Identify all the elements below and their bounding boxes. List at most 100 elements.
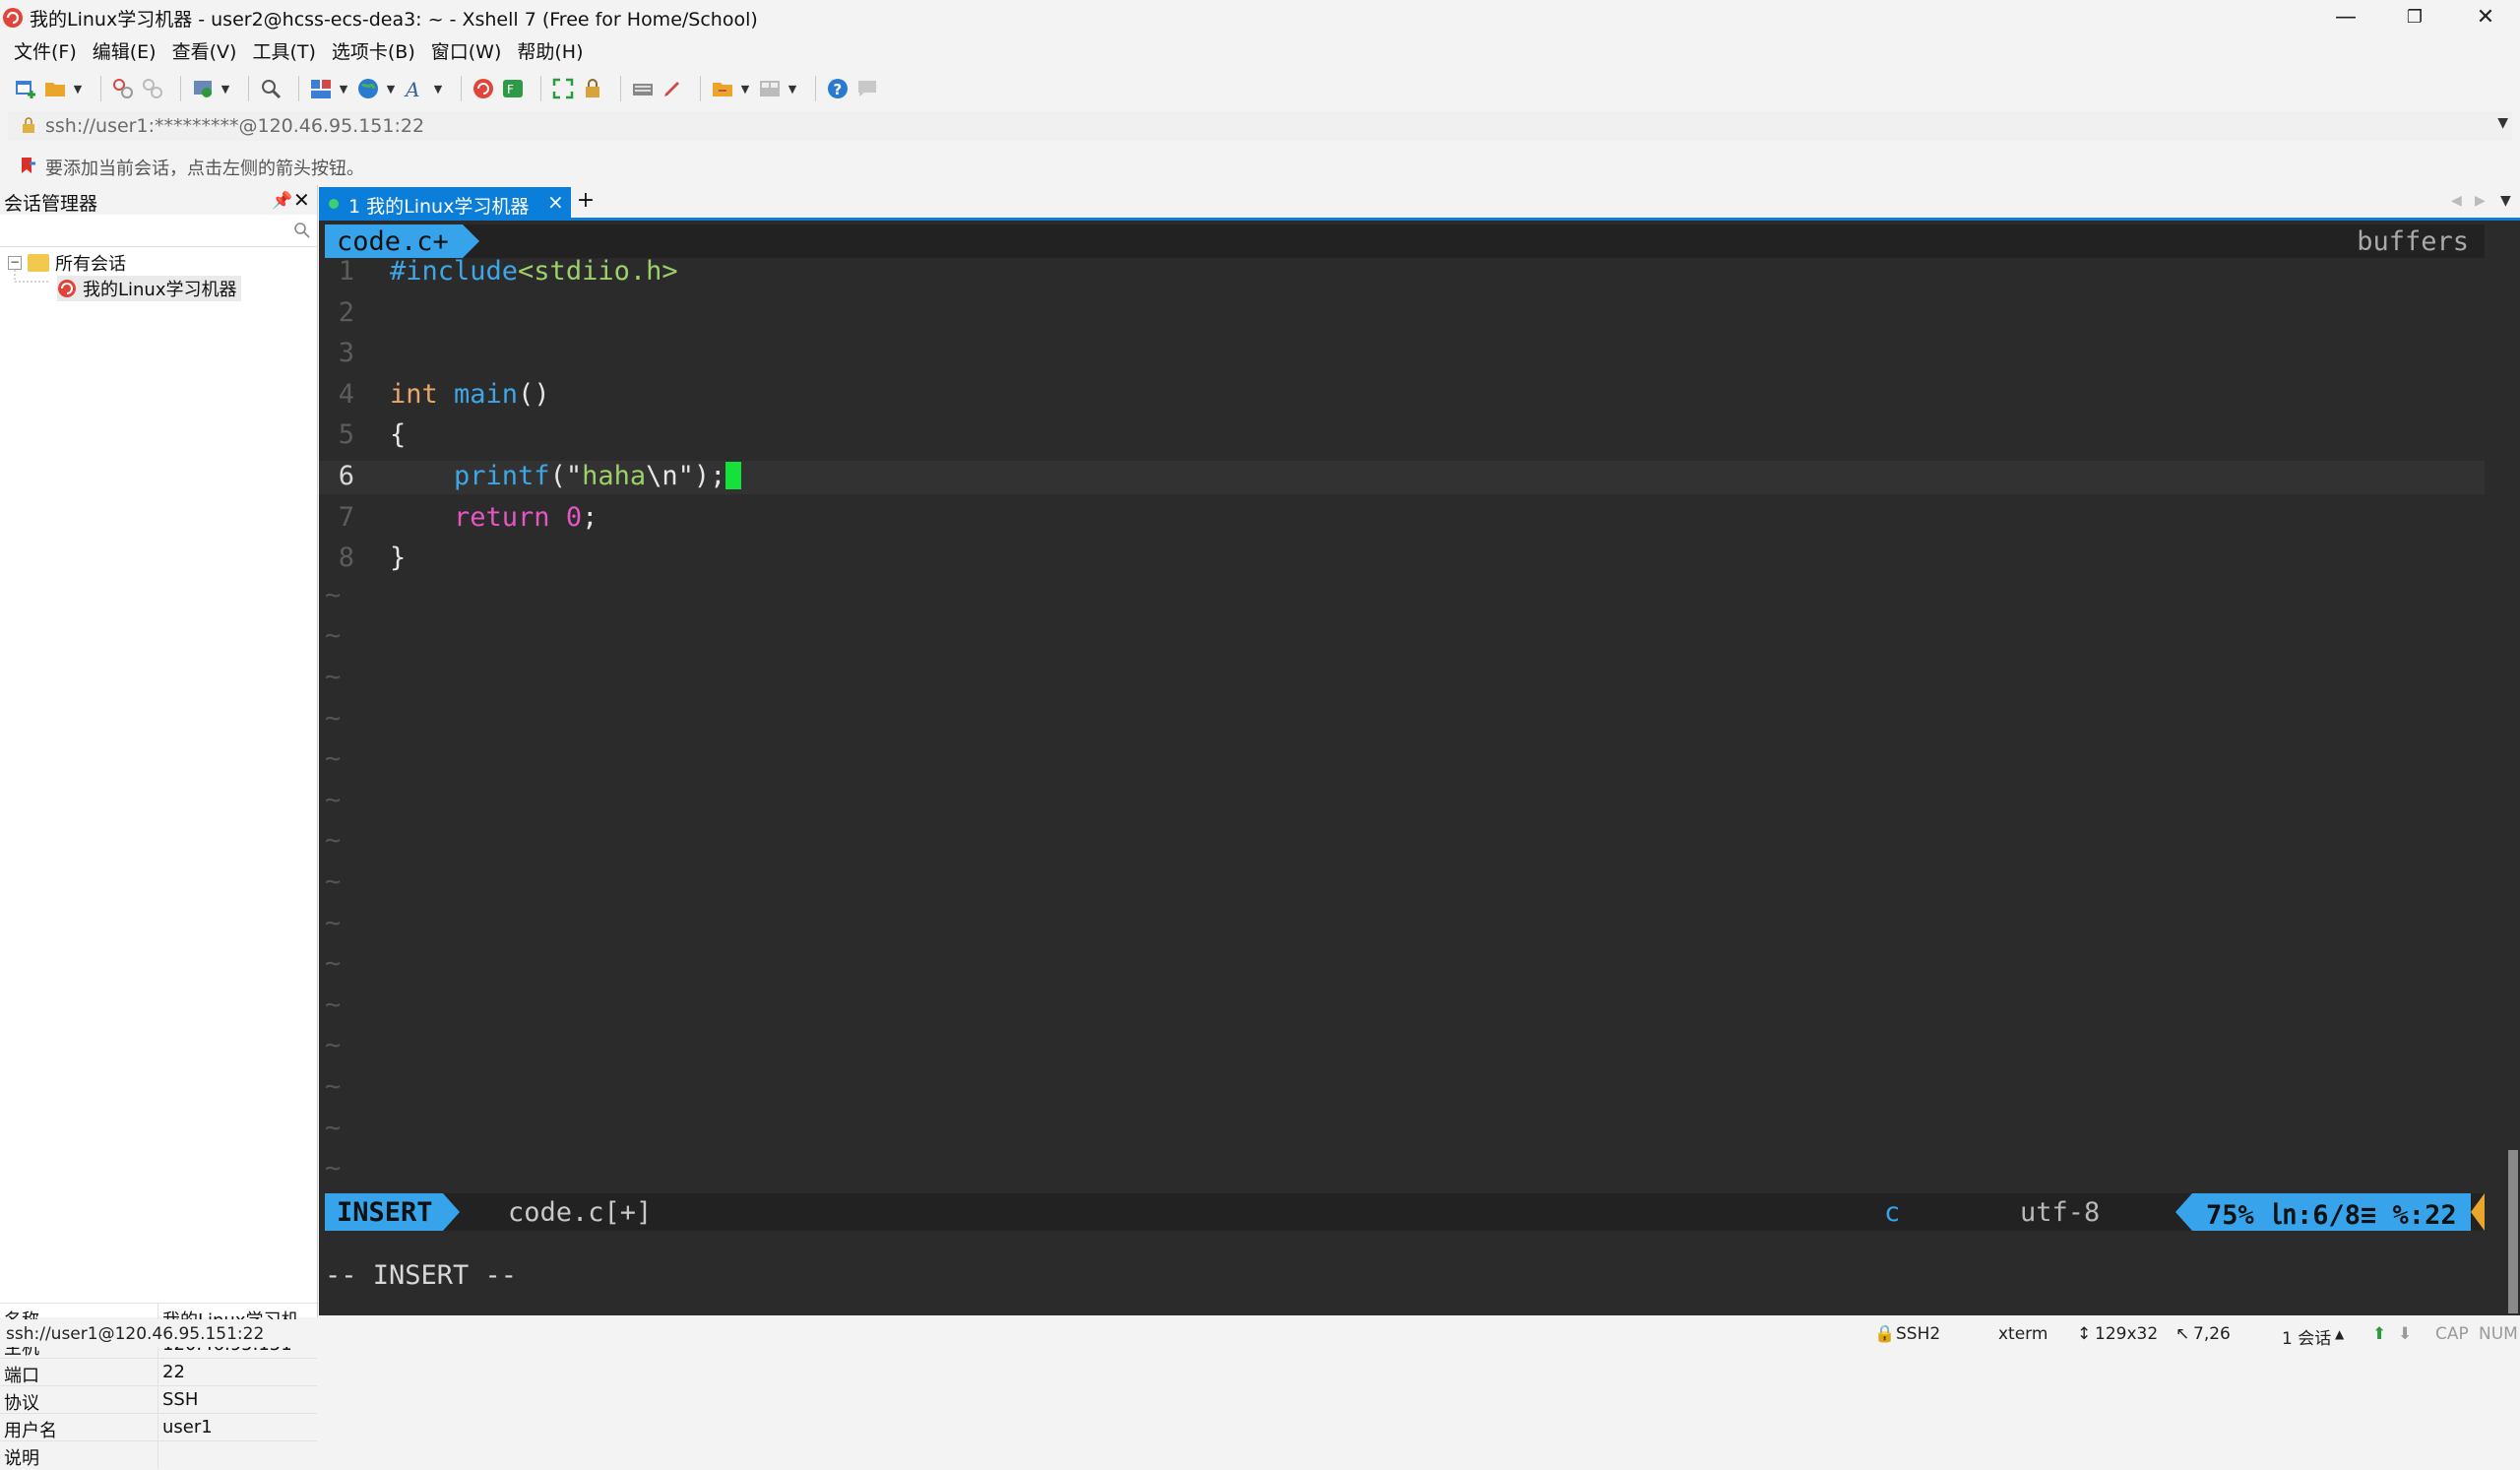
new-session-icon[interactable]	[14, 77, 37, 100]
terminal-area[interactable]: code.c+ buffers 1 #include<stdiio.h> 2 3 4 in…	[319, 221, 2520, 1315]
tree-connector	[14, 270, 50, 283]
close-window-button[interactable]: ✕	[2453, 0, 2518, 33]
compose-icon[interactable]	[661, 77, 684, 100]
keyboard-icon[interactable]	[631, 77, 655, 100]
code-line[interactable]: 3	[319, 338, 2485, 371]
tile-dropdown-icon[interactable]: ▼	[788, 77, 797, 100]
open-dropdown-icon[interactable]: ▼	[73, 77, 83, 100]
properties-dropdown-icon[interactable]: ▼	[220, 77, 230, 100]
collapse-icon[interactable]: −	[8, 256, 22, 270]
code-line[interactable]: 5{	[319, 419, 2485, 453]
toolbar-separator	[620, 76, 621, 101]
fullscreen-icon[interactable]	[551, 77, 575, 100]
empty-line-marker: ~	[325, 662, 342, 692]
menu-help[interactable]: 帮助(H)	[517, 37, 583, 64]
code-line[interactable]: 4 int main()	[319, 379, 2485, 413]
chat-icon[interactable]	[855, 77, 879, 100]
lock-toolbar-icon[interactable]	[581, 77, 604, 100]
tab-scroll-left-icon[interactable]: ◀	[2451, 193, 2462, 209]
code-token: 0	[565, 501, 583, 533]
code-line[interactable]: 1 #include<stdiio.h>	[319, 256, 2485, 289]
code-line[interactable]: 7 return 0;	[319, 502, 2485, 536]
bookmark-arrow-icon[interactable]	[20, 156, 37, 175]
connected-status-icon	[329, 199, 339, 209]
menu-edit[interactable]: 编辑(E)	[93, 37, 157, 64]
property-key: 协议	[4, 1393, 39, 1414]
property-row: 协议 SSH	[0, 1385, 317, 1414]
vim-tab-file-label: code.c+	[337, 225, 449, 257]
menu-file[interactable]: 文件(F)	[14, 37, 77, 64]
status-bar: ssh://user1@120.46.95.151:22 🔒 SSH2 xter…	[0, 1319, 2520, 1349]
toolbar-separator	[100, 76, 101, 101]
session-search-input[interactable]	[4, 217, 284, 246]
address-dropdown-icon[interactable]: ▼	[2497, 115, 2508, 131]
terminal-scrollbar[interactable]	[2506, 221, 2520, 1315]
xshell-icon[interactable]	[472, 77, 495, 100]
transfer-icon[interactable]	[711, 77, 734, 100]
properties-icon[interactable]	[191, 77, 215, 100]
code-line[interactable]: 8}	[319, 543, 2485, 576]
code-token: {	[390, 419, 407, 451]
window-title: 我的Linux学习机器 - user2@hcss-ecs-dea3: ~ - X…	[30, 9, 758, 31]
status-sessions[interactable]: 1 会话	[2282, 1324, 2331, 1349]
reconnect-icon[interactable]	[111, 77, 135, 100]
status-connection: ssh://user1@120.46.95.151:22	[6, 1324, 265, 1344]
menu-view[interactable]: 查看(V)	[172, 37, 237, 64]
font-dropdown-icon[interactable]: ▼	[433, 77, 443, 100]
tab-list-dropdown-icon[interactable]: ▼	[2500, 193, 2511, 209]
property-value: 22	[162, 1362, 185, 1382]
tree-item-session[interactable]: 我的Linux学习机器	[57, 276, 241, 301]
code-line[interactable]: 2	[319, 297, 2485, 331]
minimize-button[interactable]: —	[2313, 0, 2378, 33]
layout-icon[interactable]	[309, 77, 333, 100]
tree-root-label: 所有会话	[55, 254, 126, 275]
search-icon[interactable]	[293, 222, 311, 239]
vim-filetype: c	[1884, 1197, 1901, 1228]
code-token: ()	[518, 378, 550, 410]
empty-line-marker: ~	[325, 784, 342, 815]
layout-dropdown-icon[interactable]: ▼	[339, 77, 348, 100]
toolbar-separator	[248, 76, 249, 101]
open-folder-icon[interactable]	[43, 77, 67, 100]
font-icon[interactable]: A	[404, 77, 427, 101]
session-search-box[interactable]	[0, 217, 317, 247]
menu-tab[interactable]: 选项卡(B)	[332, 37, 415, 64]
vim-encoding: utf-8	[2020, 1197, 2101, 1228]
globe-dropdown-icon[interactable]: ▼	[386, 77, 396, 100]
empty-line-marker: ~	[325, 907, 342, 938]
disconnect-icon[interactable]	[141, 77, 164, 100]
code-token: return	[454, 501, 566, 533]
tile-icon[interactable]	[758, 77, 782, 100]
search-zoom-icon[interactable]	[259, 77, 283, 100]
maximize-button[interactable]: ❐	[2382, 0, 2447, 33]
xftp-icon[interactable]: F	[501, 77, 525, 100]
pin-icon[interactable]: 📌	[272, 191, 292, 211]
menu-tools[interactable]: 工具(T)	[252, 37, 315, 64]
globe-icon[interactable]	[356, 77, 380, 100]
code-editor[interactable]: 1 #include<stdiio.h> 2 3 4 int main() 5{ 6 prin…	[319, 256, 2485, 1191]
help-icon[interactable]: ?	[826, 77, 850, 100]
status-sessions-up-icon[interactable]: ▲	[2335, 1327, 2344, 1341]
tab-session[interactable]: 1 我的Linux学习机器 ×	[319, 187, 571, 219]
tab-close-icon[interactable]: ×	[547, 190, 564, 214]
code-line[interactable]: 6 printf("haha\n");	[319, 461, 2485, 494]
line-number: 2	[338, 296, 354, 328]
menu-window[interactable]: 窗口(W)	[431, 37, 502, 64]
tab-scroll-right-icon[interactable]: ▶	[2475, 193, 2486, 209]
vim-mode: INSERT	[325, 1193, 443, 1231]
code-text: return 0;	[390, 502, 598, 533]
add-tab-button[interactable]: +	[573, 189, 598, 215]
close-icon[interactable]: ✕	[293, 188, 310, 212]
code-token: main	[454, 378, 519, 410]
code-text: #include<stdiio.h>	[390, 256, 678, 287]
svg-text:F: F	[507, 83, 514, 96]
address-bar[interactable]: ssh://user1:*********@120.46.95.151:22 ▼	[8, 111, 2512, 141]
scrollbar-thumb[interactable]	[2508, 1150, 2518, 1313]
line-number: 8	[338, 543, 354, 574]
vim-tab-file: code.c+	[325, 224, 463, 258]
svg-text:?: ?	[834, 81, 843, 98]
transfer-dropdown-icon[interactable]: ▼	[740, 77, 750, 100]
address-input[interactable]: ssh://user1:*********@120.46.95.151:22	[45, 115, 424, 137]
